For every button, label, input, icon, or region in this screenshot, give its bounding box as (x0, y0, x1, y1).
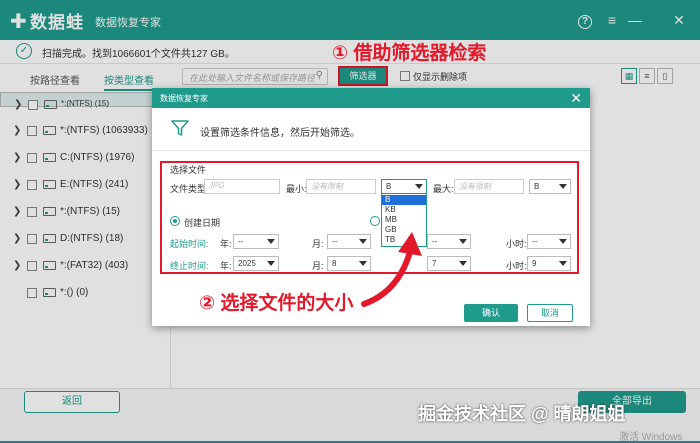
funnel-icon (171, 120, 189, 136)
section-title: 选择文件 (170, 165, 207, 175)
max-size-input[interactable]: 没有限制 (454, 179, 524, 194)
confirm-button[interactable]: 确认 (464, 304, 518, 322)
min-size-label: 最小: (286, 184, 307, 194)
dialog-description: 设置筛选条件信息，然后开始筛选。 (200, 128, 360, 139)
min-unit-value: B (386, 182, 392, 191)
start-month-label: 月: (312, 239, 324, 249)
chevron-down-icon (415, 184, 423, 189)
end-year-value: 2025 (238, 259, 256, 268)
chevron-down-icon (559, 261, 567, 266)
end-time-label: 终止时间: (170, 261, 209, 271)
size-unit-option[interactable]: B (382, 195, 426, 205)
start-hour-label: 小时: (506, 239, 527, 249)
end-month-value: 8 (332, 259, 337, 268)
created-date-label: 创建日期 (184, 218, 221, 228)
dialog-divider (152, 150, 590, 151)
dialog-title: 数据恢复专家 (160, 94, 208, 103)
dialog-close-icon[interactable]: ✕ (570, 90, 582, 107)
min-unit-select[interactable]: B (381, 179, 427, 194)
size-unit-option[interactable]: KB (382, 205, 426, 215)
min-size-placeholder: 没有限制 (311, 182, 343, 191)
start-year-label: 年: (220, 239, 232, 249)
file-type-input[interactable]: JPG (204, 179, 280, 194)
start-year-value: -- (238, 237, 244, 246)
chevron-down-icon (559, 184, 567, 189)
end-hour-select[interactable]: 9 (527, 256, 571, 271)
chevron-down-icon (459, 261, 467, 266)
max-size-placeholder: 没有限制 (459, 182, 491, 191)
watermark: 掘金技术社区 @ 晴朗姐姐 (418, 404, 626, 424)
max-unit-select[interactable]: B (529, 179, 571, 194)
end-year-label: 年: (220, 261, 232, 271)
chevron-down-icon (559, 239, 567, 244)
chevron-down-icon (459, 239, 467, 244)
end-hour-label: 小时: (506, 261, 527, 271)
start-hour-value: -- (532, 237, 538, 246)
dialog-title-bar: 数据恢复专家 ✕ (152, 88, 590, 108)
annotation-step1: ① 借助筛选器检索 (332, 43, 487, 64)
end-hour-value: 9 (532, 259, 537, 268)
created-date-radio[interactable] (170, 216, 180, 226)
chevron-down-icon (267, 261, 275, 266)
chevron-down-icon (267, 239, 275, 244)
max-size-label: 最大: (433, 184, 454, 194)
end-month-label: 月: (312, 261, 324, 271)
cancel-button[interactable]: 取消 (527, 304, 573, 322)
annotation-arrow (361, 232, 422, 307)
file-type-label: 文件类型: (170, 184, 209, 194)
start-month-value: -- (332, 237, 338, 246)
start-year-select[interactable]: -- (233, 234, 279, 249)
start-time-label: 起始时间: (170, 239, 209, 249)
annotation-step2: ② 选择文件的大小 (199, 293, 354, 314)
file-type-placeholder: JPG (209, 181, 225, 190)
min-size-input[interactable]: 没有限制 (306, 179, 376, 194)
max-unit-value: B (534, 182, 540, 191)
start-hour-select[interactable]: -- (527, 234, 571, 249)
end-year-select[interactable]: 2025 (233, 256, 279, 271)
